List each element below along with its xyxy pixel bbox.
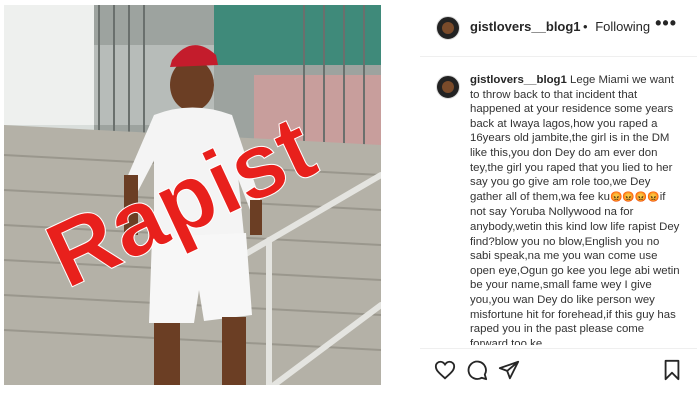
post-header: gistlovers__blog1 • Following ••• (420, 0, 697, 57)
heart-icon[interactable] (434, 359, 456, 381)
post-photo: Rapist (4, 5, 381, 385)
comment-icon[interactable] (466, 359, 488, 381)
header-username[interactable]: gistlovers__blog1 (470, 19, 581, 34)
post-image: Rapist (4, 5, 381, 385)
avatar[interactable] (436, 16, 460, 40)
follow-status[interactable]: • Following (583, 19, 650, 34)
caption: gistlovers__blog1 Lege Miami we want to … (470, 73, 682, 345)
bookmark-icon[interactable] (661, 359, 683, 381)
angry-emoji: 😡😡😡😡 (609, 191, 660, 203)
caption-text-part2: if not say Yoruba Nollywood na for anybo… (470, 190, 680, 345)
following-button[interactable]: Following (595, 19, 650, 34)
separator-dot: • (583, 19, 588, 34)
comment-avatar[interactable] (436, 75, 460, 99)
caption-text-part1: Lege Miami we want to throw back to that… (470, 74, 674, 203)
header-username-text[interactable]: gistlovers__blog1 (470, 19, 581, 34)
action-bar (420, 348, 697, 389)
more-options-icon[interactable]: ••• (655, 13, 677, 34)
share-icon[interactable] (498, 359, 520, 381)
post-sidebar: gistlovers__blog1 • Following ••• gistlo… (420, 0, 697, 405)
caption-username[interactable]: gistlovers__blog1 (470, 74, 567, 86)
